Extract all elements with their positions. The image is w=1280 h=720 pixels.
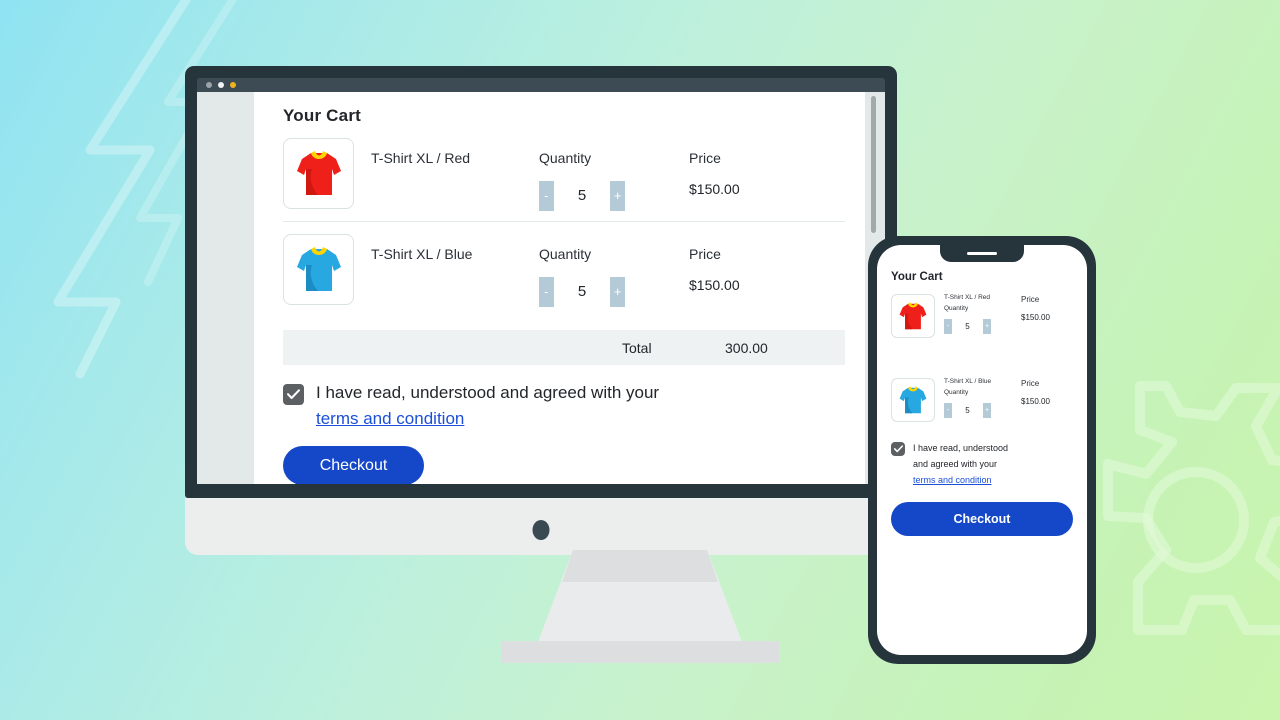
- desktop-monitor: Your Cart T-Shirt XL / Red Quantity - 5 …: [185, 66, 897, 555]
- total-row: Total 300.00: [283, 330, 845, 365]
- product-name: T-Shirt XL / Blue: [371, 246, 473, 262]
- price-header: Price: [689, 150, 721, 166]
- mobile-product-thumbnail[interactable]: [891, 378, 935, 422]
- quantity-header: Quantity: [539, 246, 592, 262]
- mobile-product-thumbnail[interactable]: [891, 294, 935, 338]
- mobile-cart-item-row: T-Shirt XL / Blue Quantity - 5 + Price $…: [891, 378, 1073, 422]
- price-value: $150.00: [689, 277, 740, 293]
- monitor-stand-base: [501, 641, 779, 663]
- mobile-terms-checkbox[interactable]: [891, 442, 905, 456]
- traffic-light-close-icon[interactable]: [206, 82, 212, 88]
- cart-item-row: T-Shirt XL / Red Quantity - 5 + Price $1…: [283, 126, 845, 221]
- check-icon: [287, 389, 300, 399]
- product-thumbnail[interactable]: [283, 138, 354, 209]
- terms-and-conditions-link[interactable]: terms and condition: [316, 406, 464, 432]
- mobile-terms-agreement: I have read, understood and agreed with …: [891, 440, 1073, 488]
- mobile-product-name: T-Shirt XL / Blue: [944, 378, 992, 385]
- mobile-terms-text: I have read, understood and agreed with …: [913, 440, 1008, 488]
- terms-agreement: I have read, understood and agreed with …: [283, 380, 845, 432]
- quantity-cell: Quantity - 5 +: [539, 234, 689, 307]
- terms-checkbox[interactable]: [283, 384, 304, 405]
- quantity-value[interactable]: 5: [553, 181, 611, 211]
- mobile-checkout-button[interactable]: Checkout: [891, 502, 1073, 536]
- quantity-value[interactable]: 5: [553, 277, 611, 307]
- mobile-item-details: T-Shirt XL / Blue Quantity - 5 +: [944, 378, 1021, 418]
- price-value: $150.00: [689, 181, 740, 197]
- product-name: T-Shirt XL / Red: [371, 150, 471, 166]
- monitor-logo-icon: [532, 520, 550, 540]
- quantity-stepper[interactable]: - 5 +: [539, 181, 625, 211]
- mobile-product-name: T-Shirt XL / Red: [944, 294, 990, 301]
- mobile-page-title: Your Cart: [891, 271, 943, 283]
- mobile-quantity-increment-button[interactable]: +: [983, 319, 991, 334]
- price-cell: Price $150.00: [689, 234, 809, 295]
- price-cell: Price $150.00: [689, 138, 809, 199]
- quantity-decrement-button[interactable]: -: [539, 277, 554, 307]
- tshirt-red-icon: [899, 302, 927, 329]
- monitor-stand-neck: [535, 550, 745, 650]
- gear-icon: [1103, 381, 1280, 635]
- monitor-screen: Your Cart T-Shirt XL / Red Quantity - 5 …: [185, 66, 897, 498]
- page-title: Your Cart: [283, 106, 361, 125]
- mobile-quantity-decrement-button[interactable]: -: [944, 403, 952, 418]
- price-header: Price: [689, 246, 721, 262]
- quantity-decrement-button[interactable]: -: [539, 181, 554, 211]
- terms-sentence: I have read, understood and agreed with …: [316, 383, 660, 402]
- tshirt-red-icon: [296, 150, 341, 195]
- mobile-quantity-increment-button[interactable]: +: [983, 403, 991, 418]
- quantity-header: Quantity: [539, 150, 592, 166]
- phone-screen: Your Cart T-Shirt XL / Red Quantity - 5 …: [877, 245, 1087, 655]
- tshirt-blue-icon: [899, 386, 927, 413]
- product-thumbnail[interactable]: [283, 234, 354, 305]
- mobile-price-header: Price: [1021, 295, 1040, 304]
- mobile-quantity-value[interactable]: 5: [951, 319, 984, 334]
- total-value: 300.00: [725, 339, 768, 356]
- mobile-item-details: T-Shirt XL / Red Quantity - 5 +: [944, 294, 1021, 334]
- quantity-increment-button[interactable]: +: [610, 181, 625, 211]
- mobile-phone: Your Cart T-Shirt XL / Red Quantity - 5 …: [868, 236, 1096, 664]
- phone-speaker-icon: [967, 252, 997, 255]
- browser-title-bar: [197, 78, 885, 92]
- total-label: Total: [622, 339, 652, 356]
- mobile-quantity-header: Quantity: [944, 305, 969, 312]
- cart-page: Your Cart T-Shirt XL / Red Quantity - 5 …: [254, 92, 865, 484]
- quantity-cell: Quantity - 5 +: [539, 138, 689, 211]
- phone-notch: [940, 245, 1024, 262]
- browser-window: Your Cart T-Shirt XL / Red Quantity - 5 …: [197, 78, 885, 484]
- mobile-quantity-stepper[interactable]: - 5 +: [944, 403, 991, 418]
- mobile-price-value: $150.00: [1021, 397, 1050, 406]
- scrollbar-thumb[interactable]: [871, 96, 876, 233]
- traffic-light-maximize-icon[interactable]: [230, 82, 236, 88]
- cart-item-row: T-Shirt XL / Blue Quantity - 5 + Price $…: [283, 222, 845, 317]
- mobile-quantity-value[interactable]: 5: [951, 403, 984, 418]
- mobile-quantity-decrement-button[interactable]: -: [944, 319, 952, 334]
- mobile-cart-item-row: T-Shirt XL / Red Quantity - 5 + Price $1…: [891, 294, 1073, 338]
- page-left-gutter: [197, 92, 254, 484]
- quantity-stepper[interactable]: - 5 +: [539, 277, 625, 307]
- checkout-button[interactable]: Checkout: [283, 446, 424, 484]
- mobile-price-cell: Price $150.00: [1021, 378, 1073, 406]
- terms-text: I have read, understood and agreed with …: [316, 380, 659, 432]
- tshirt-blue-icon: [296, 246, 341, 291]
- mobile-quantity-header: Quantity: [944, 389, 969, 396]
- mobile-quantity-stepper[interactable]: - 5 +: [944, 319, 991, 334]
- mobile-terms-line-2: and agreed with your: [913, 459, 998, 469]
- traffic-light-minimize-icon[interactable]: [218, 82, 224, 88]
- browser-viewport: Your Cart T-Shirt XL / Red Quantity - 5 …: [197, 92, 885, 484]
- mobile-terms-line-1: I have read, understood: [913, 443, 1009, 453]
- mobile-price-value: $150.00: [1021, 313, 1050, 322]
- quantity-increment-button[interactable]: +: [610, 277, 625, 307]
- mobile-price-header: Price: [1021, 379, 1040, 388]
- mobile-terms-and-conditions-link[interactable]: terms and condition: [913, 472, 992, 488]
- monitor-chin: [185, 498, 897, 555]
- mobile-price-cell: Price $150.00: [1021, 294, 1073, 322]
- check-icon: [893, 445, 903, 453]
